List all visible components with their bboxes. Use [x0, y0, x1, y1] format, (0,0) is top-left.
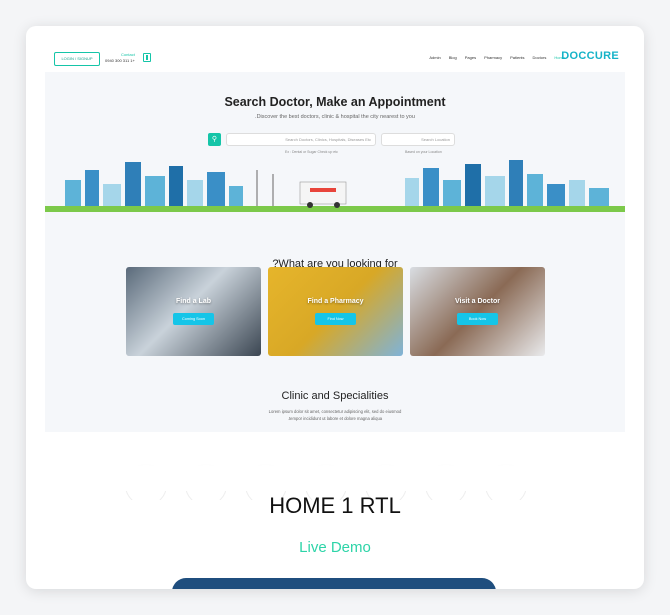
nav-item-blog[interactable]: Blog [449, 55, 457, 60]
search-input[interactable]: Search Doctors, Clinics, Hospitals, Dise… [226, 133, 376, 146]
clinic-text-line1: Lorem ipsum dolor sit amet, consectetur … [268, 409, 402, 414]
contact-phone: 0940 300 311 1+ [105, 58, 135, 63]
clinic-title: Clinic and Specialities [281, 390, 389, 402]
screenshot-fade [26, 431, 644, 491]
next-demo-bar [172, 578, 496, 589]
search-button[interactable]: ⚲ [208, 133, 221, 146]
find-pharmacy-card[interactable]: Find a Pharmacy Find Now [268, 267, 403, 356]
location-input[interactable]: Search Location [381, 133, 455, 146]
hero-subtitle: .Discover the best doctors, clinic & hos… [255, 114, 415, 120]
main-nav: Admin Blog Pages Pharmacy Patients Docto… [429, 55, 565, 60]
visit-doctor-title: Visit a Doctor [455, 298, 500, 305]
hospital-icon [143, 53, 151, 62]
find-pharmacy-title: Find a Pharmacy [307, 298, 364, 305]
live-demo-link[interactable]: Live Demo [26, 539, 644, 556]
site-logo[interactable]: DOCCURE [561, 50, 619, 62]
nav-item-pharmacy[interactable]: Pharmacy [484, 55, 502, 60]
hero-title: Search Doctor, Make an Appointment [224, 95, 446, 109]
search-icon: ⚲ [211, 136, 218, 143]
find-lab-title: Find a Lab [176, 298, 211, 305]
site-header: LOGIN / SIGNUP Contact 0940 300 311 1+ A… [45, 46, 625, 72]
nav-item-admin[interactable]: Admin [429, 55, 440, 60]
city-illustration [45, 160, 625, 212]
hero-section: Search Doctor, Make an Appointment .Disc… [45, 72, 625, 212]
demo-title: HOME 1 RTL [269, 493, 401, 518]
find-now-button[interactable]: Find Now [315, 313, 356, 325]
clinic-text-line2: .tempor incididunt ut labore et dolore m… [287, 416, 383, 421]
demo-card[interactable]: LOGIN / SIGNUP Contact 0940 300 311 1+ A… [26, 26, 644, 589]
book-now-button[interactable]: Book Now [457, 313, 498, 325]
nav-item-doctors[interactable]: Doctors [533, 55, 547, 60]
contact-info: Contact 0940 300 311 1+ [105, 52, 135, 64]
nav-item-pages[interactable]: Pages [465, 55, 476, 60]
login-signup-button[interactable]: LOGIN / SIGNUP [54, 52, 100, 66]
find-lab-card[interactable]: Find a Lab Coming Soon [126, 267, 261, 356]
visit-doctor-card[interactable]: Visit a Doctor Book Now [410, 267, 545, 356]
nav-item-patients[interactable]: Patients [510, 55, 524, 60]
coming-soon-button[interactable]: Coming Soon [173, 313, 214, 325]
